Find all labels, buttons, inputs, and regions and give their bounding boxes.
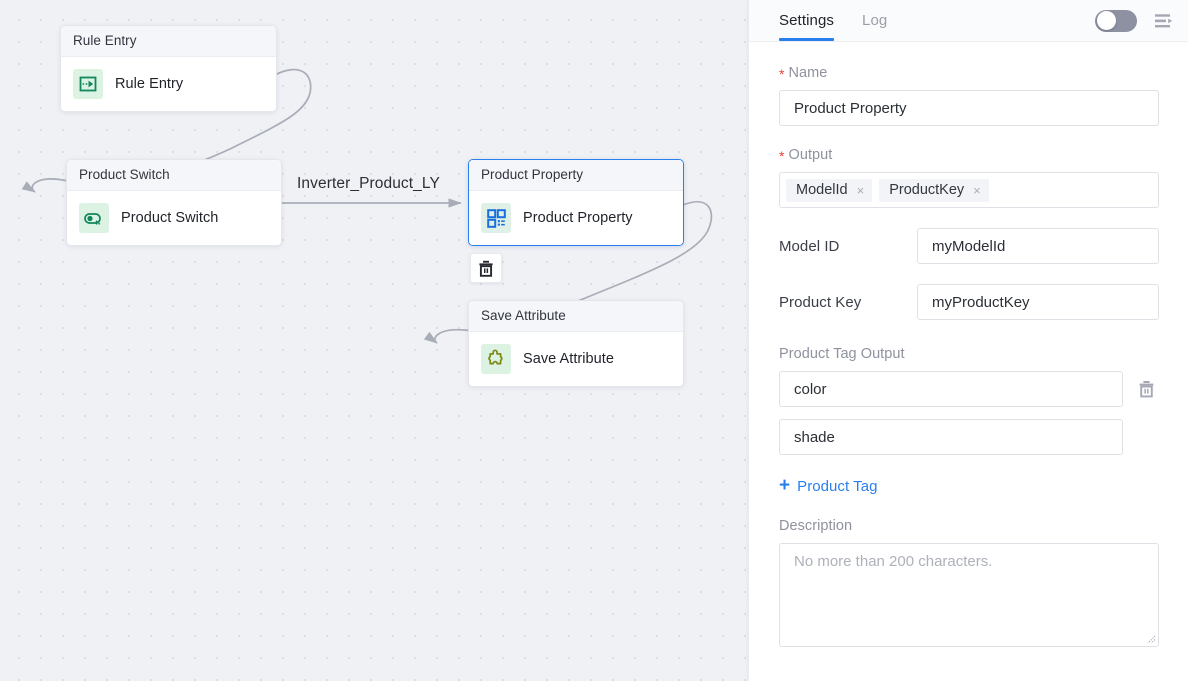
node-body: Save Attribute: [469, 332, 683, 386]
output-tag[interactable]: ModelId ×: [786, 178, 873, 202]
tab-settings[interactable]: Settings: [779, 0, 834, 41]
panel-header-actions: [1095, 9, 1175, 32]
output-tags-box[interactable]: ModelId × ProductKey ×: [779, 172, 1159, 208]
close-icon[interactable]: ×: [857, 184, 865, 197]
product-key-row: Product Key: [779, 284, 1159, 320]
panel-toggle-switch[interactable]: [1095, 9, 1137, 32]
output-tag[interactable]: ProductKey ×: [879, 178, 989, 202]
required-marker: *: [779, 148, 785, 164]
node-label: Product Switch: [121, 210, 219, 226]
flow-editor-app: Rule Entry Rule Entry Product Switch Pro…: [0, 0, 1188, 681]
toggle-knob: [1096, 11, 1116, 30]
node-title: Rule Entry: [61, 26, 276, 57]
product-tag-input[interactable]: [779, 371, 1123, 407]
product-property-icon: [481, 203, 511, 233]
close-icon[interactable]: ×: [973, 184, 981, 197]
name-label-text: Name: [788, 65, 828, 81]
model-id-row: Model ID: [779, 228, 1159, 264]
node-product-switch[interactable]: Product Switch Product Switch: [66, 159, 282, 246]
panel-collapse-button[interactable]: [1153, 10, 1175, 32]
node-label: Save Attribute: [523, 351, 614, 367]
description-label: Description: [779, 518, 853, 534]
product-tag-output-label: Product Tag Output: [779, 346, 905, 362]
node-delete-button[interactable]: [470, 253, 502, 283]
plus-icon: +: [779, 475, 791, 496]
output-tag-label: ProductKey: [889, 182, 965, 198]
description-wrapper: [779, 543, 1159, 647]
add-product-tag-label: Product Tag: [797, 478, 878, 495]
product-key-input[interactable]: [917, 284, 1159, 320]
node-body: Product Property: [469, 191, 683, 245]
model-id-input[interactable]: [917, 228, 1159, 264]
rule-entry-icon: [73, 69, 103, 99]
properties-panel: Settings Log * Name Product Property * O…: [748, 0, 1188, 681]
name-field-label: * Name: [779, 64, 1159, 82]
trash-icon: [479, 260, 493, 277]
node-save-attribute[interactable]: Save Attribute Save Attribute: [468, 300, 684, 387]
model-id-label: Model ID: [779, 237, 840, 255]
product-key-label: Product Key: [779, 293, 862, 311]
save-attribute-icon: [481, 344, 511, 374]
node-title: Save Attribute: [469, 301, 683, 332]
node-label: Rule Entry: [115, 76, 184, 92]
required-marker: *: [779, 66, 785, 82]
product-tag-input[interactable]: [779, 419, 1123, 455]
flow-canvas[interactable]: Rule Entry Rule Entry Product Switch Pro…: [0, 0, 748, 681]
add-product-tag-button[interactable]: + Product Tag: [779, 475, 878, 496]
name-input[interactable]: [779, 90, 1159, 126]
product-tag-delete-button[interactable]: [1133, 380, 1159, 398]
output-tag-label: ModelId: [796, 182, 848, 198]
description-textarea[interactable]: [779, 543, 1159, 647]
panel-collapse-icon: [1155, 13, 1173, 27]
output-field-label: * Output: [779, 146, 1159, 164]
tab-log[interactable]: Log: [862, 0, 887, 41]
edge-label: Inverter_Product_LY: [297, 175, 440, 192]
panel-tabs: Settings Log: [779, 0, 887, 41]
node-product-property[interactable]: Product Property Product Property: [468, 159, 684, 246]
node-rule-entry[interactable]: Rule Entry Rule Entry: [60, 25, 277, 112]
panel-body: *Name *Output ModelId × ProductKey × Mod…: [749, 42, 1188, 681]
output-label-text: Output: [788, 147, 833, 163]
product-tag-row: [779, 371, 1159, 407]
node-title: Product Property: [469, 160, 683, 191]
node-body: Rule Entry: [61, 57, 276, 111]
node-title: Product Switch: [67, 160, 281, 191]
node-body: Product Switch: [67, 191, 281, 245]
product-switch-icon: [79, 203, 109, 233]
panel-header: Settings Log: [749, 0, 1188, 42]
product-tag-row: [779, 419, 1159, 455]
node-label: Product Property: [523, 210, 633, 226]
trash-icon: [1139, 381, 1153, 398]
